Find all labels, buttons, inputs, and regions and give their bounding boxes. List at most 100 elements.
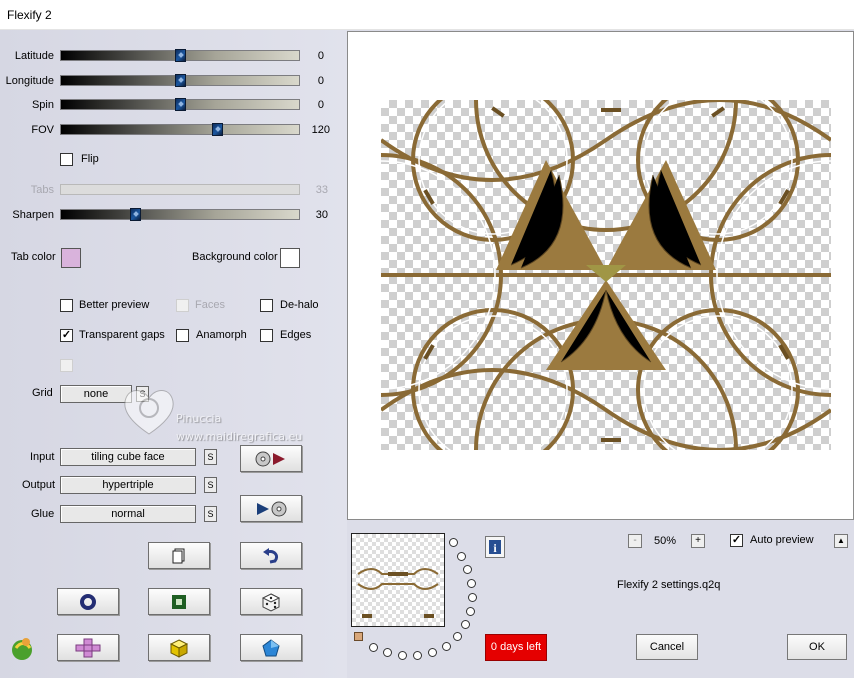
undo-button[interactable] <box>240 542 302 569</box>
edges-checkbox[interactable] <box>260 329 273 342</box>
background-color-swatch[interactable] <box>280 248 300 268</box>
zoom-in-button[interactable]: + <box>691 534 705 548</box>
anamorph-checkbox[interactable] <box>176 329 189 342</box>
frame-button[interactable] <box>148 588 210 615</box>
grid-label: Grid <box>32 387 53 399</box>
output-select[interactable]: hypertriple <box>60 476 196 494</box>
transparent-gaps-label: Transparent gaps <box>79 329 165 341</box>
navigator-thumbnail[interactable] <box>351 533 445 627</box>
watermark-site: www.maidiregrafica.eu <box>176 430 303 443</box>
collapse-button[interactable]: ▲ <box>834 534 848 548</box>
ring-button[interactable] <box>57 588 119 615</box>
sharpen-label: Sharpen <box>12 209 54 221</box>
nav-dot[interactable] <box>463 565 472 574</box>
latitude-slider-thumb[interactable] <box>175 49 186 62</box>
nav-dot[interactable] <box>461 620 470 629</box>
copy-page-icon <box>172 548 185 563</box>
faces-label: Faces <box>195 299 225 311</box>
tab-color-label: Tab color <box>11 251 56 263</box>
de-halo-checkbox[interactable] <box>260 299 273 312</box>
faces-checkbox <box>176 299 189 312</box>
fov-slider-thumb[interactable] <box>212 123 223 136</box>
longitude-label: Longitude <box>5 75 54 87</box>
nav-dot[interactable] <box>468 593 477 602</box>
preview-controls: i - 50% + ✓ Auto preview ▲ Flexify 2 set… <box>347 520 854 678</box>
dice-icon <box>261 592 281 612</box>
copy-button[interactable] <box>148 542 210 569</box>
play-disc-icon <box>257 501 287 516</box>
watermark-name: Pinuccia <box>176 412 222 425</box>
nav-dot[interactable] <box>398 651 407 660</box>
nav-dot[interactable] <box>442 642 451 651</box>
output-s-button[interactable]: S <box>204 477 217 493</box>
nav-dot[interactable] <box>467 579 476 588</box>
transparent-gaps-checkbox[interactable]: ✓ <box>60 329 73 342</box>
flip-checkbox[interactable] <box>60 153 73 166</box>
nav-dot[interactable] <box>413 651 422 660</box>
input-s-button[interactable]: S <box>204 449 217 465</box>
pentagon-button[interactable] <box>240 634 302 661</box>
better-preview-checkbox[interactable] <box>60 299 73 312</box>
load-preset-button[interactable] <box>240 445 302 472</box>
navigator-image <box>352 534 444 626</box>
cube-button[interactable] <box>148 634 210 661</box>
flip-label: Flip <box>81 153 99 165</box>
app-logo-icon <box>8 634 36 662</box>
undo-arrow-icon <box>263 547 279 563</box>
latitude-value: 0 <box>317 50 324 62</box>
fov-slider[interactable] <box>60 123 300 136</box>
nav-dot[interactable] <box>466 607 475 616</box>
cross-button[interactable] <box>57 634 119 661</box>
longitude-slider-thumb[interactable] <box>175 74 186 87</box>
auto-preview-label: Auto preview <box>750 534 814 546</box>
spin-slider[interactable] <box>60 98 300 111</box>
tabs-value: 33 <box>315 184 328 196</box>
de-halo-label: De-halo <box>280 299 319 311</box>
longitude-value: 0 <box>317 75 324 87</box>
cancel-button[interactable]: Cancel <box>636 634 698 660</box>
glue-select[interactable]: normal <box>60 505 196 523</box>
edges-label: Edges <box>280 329 312 341</box>
longitude-slider[interactable] <box>60 74 300 87</box>
auto-preview-checkbox[interactable]: ✓ <box>730 534 743 547</box>
latitude-slider[interactable] <box>60 49 300 62</box>
input-select[interactable]: tiling cube face <box>60 448 196 466</box>
watermark-logo-icon <box>124 390 174 435</box>
tabs-label: Tabs <box>30 184 54 196</box>
better-preview-label: Better preview <box>79 299 150 311</box>
random-button[interactable] <box>240 588 302 615</box>
glue-s-button[interactable]: S <box>204 506 217 522</box>
spin-label: Spin <box>31 99 54 111</box>
background-color-label: Background color <box>192 251 278 263</box>
preview-canvas[interactable] <box>259 0 854 582</box>
nav-dot[interactable] <box>453 632 462 641</box>
ok-button[interactable]: OK <box>787 634 847 660</box>
title-bar: Flexify 2 <box>0 0 854 30</box>
days-left-badge[interactable]: 0 days left <box>485 634 547 661</box>
save-preset-button[interactable] <box>240 495 302 522</box>
zoom-level: 50% <box>654 535 677 547</box>
fov-label: FOV <box>31 124 54 136</box>
nav-dot[interactable] <box>449 538 458 547</box>
nav-dot[interactable] <box>383 648 392 657</box>
tab-color-swatch[interactable] <box>61 248 81 268</box>
sharpen-value: 30 <box>315 209 328 221</box>
kaleidoscope-pattern-icon <box>259 0 854 582</box>
nav-start-handle[interactable] <box>354 632 363 641</box>
preview-image <box>259 0 854 582</box>
controls-panel: Latitude 0 Longitude 0 Spin 0 FOV 120 Fl… <box>0 30 347 678</box>
anamorph-label: Anamorph <box>196 329 247 341</box>
nav-dot[interactable] <box>457 552 466 561</box>
tabs-slider <box>60 184 300 195</box>
disc-play-icon <box>255 451 285 466</box>
nav-dot[interactable] <box>428 648 437 657</box>
info-button[interactable]: i <box>485 536 505 558</box>
sharpen-slider-thumb[interactable] <box>130 208 141 221</box>
frame-icon <box>172 594 186 609</box>
nav-dot[interactable] <box>369 643 378 652</box>
sharpen-slider[interactable] <box>60 208 300 221</box>
spin-slider-thumb[interactable] <box>175 98 186 111</box>
settings-filename: Flexify 2 settings.q2q <box>617 579 721 591</box>
zoom-out-button[interactable]: - <box>628 534 642 548</box>
cube-icon <box>169 638 189 658</box>
